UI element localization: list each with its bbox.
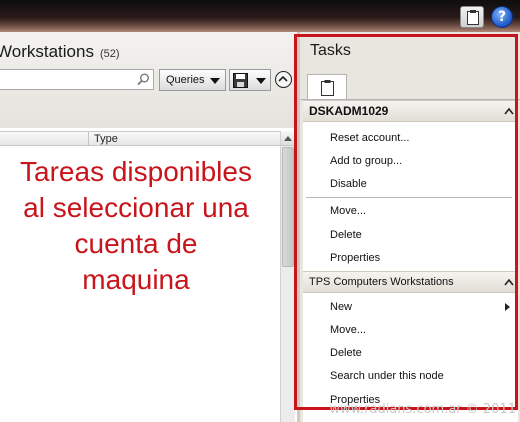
- scrollbar-thumb[interactable]: [282, 147, 294, 267]
- watermark: www.radians.com.ar © 2011: [329, 402, 516, 417]
- clipboard-button[interactable]: [460, 6, 484, 28]
- collapse-button[interactable]: [275, 71, 292, 88]
- chevron-down-icon: [256, 78, 266, 84]
- column-divider[interactable]: [88, 132, 89, 146]
- annotation-line: al seleccionar una: [23, 192, 249, 223]
- help-icon: ?: [497, 9, 507, 25]
- save-dropdown-button[interactable]: [229, 69, 271, 91]
- help-button[interactable]: ?: [491, 6, 513, 28]
- column-header-type[interactable]: Type: [94, 133, 118, 145]
- clipboard-icon: [467, 10, 479, 25]
- top-bar: ?: [0, 0, 520, 32]
- highlight-box: [294, 34, 518, 410]
- column-header-row: Type: [0, 131, 280, 146]
- scroll-up-icon[interactable]: [281, 131, 295, 146]
- results-header: Workstations (52) Queries: [0, 32, 297, 128]
- chevron-up-icon: [278, 75, 288, 82]
- chevron-down-icon: [210, 78, 220, 84]
- vertical-scrollbar[interactable]: [280, 131, 295, 422]
- result-count: (52): [99, 48, 120, 60]
- search-input[interactable]: [0, 69, 154, 90]
- page-title: Workstations (52): [0, 42, 120, 62]
- annotation-line: cuenta de: [74, 228, 198, 259]
- annotation-text: Tareas disponibles al seleccionar una cu…: [0, 154, 272, 298]
- queries-label: Queries: [166, 74, 205, 86]
- save-icon: [233, 73, 248, 88]
- queries-dropdown-button[interactable]: Queries: [159, 69, 226, 91]
- page-title-text: Workstations: [0, 42, 94, 61]
- annotation-line: Tareas disponibles: [20, 156, 252, 187]
- search-icon: [137, 73, 149, 86]
- annotation-line: maquina: [82, 264, 190, 295]
